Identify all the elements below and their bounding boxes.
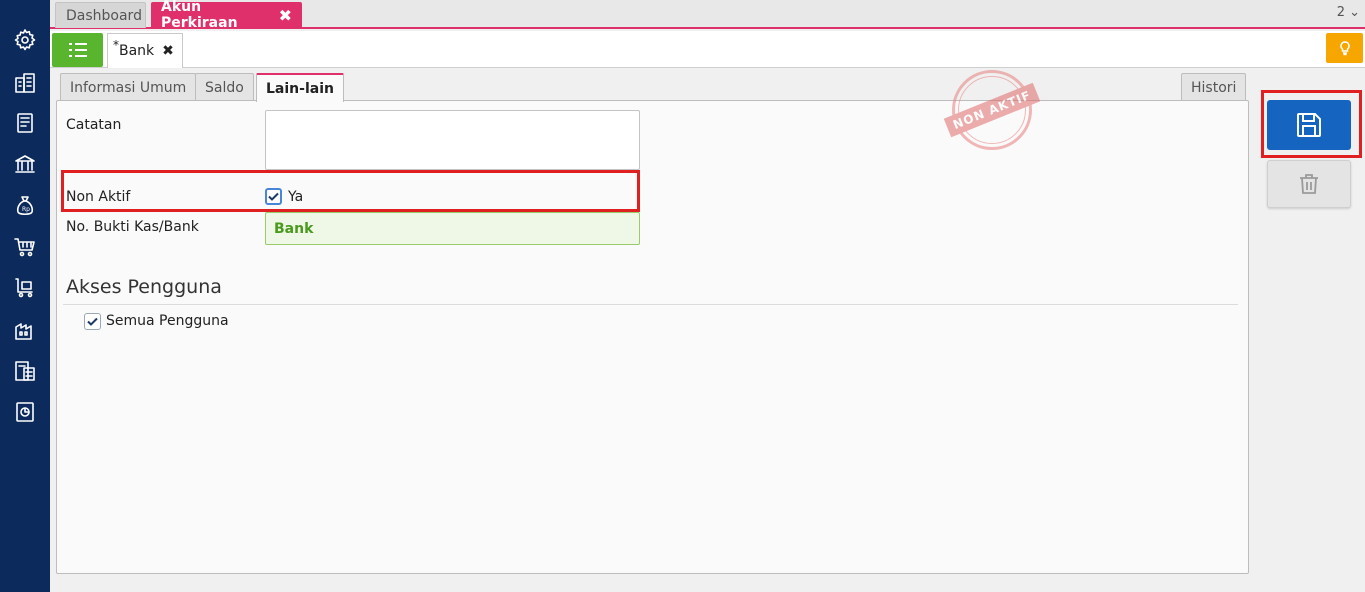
tab-label: Histori bbox=[1191, 79, 1237, 96]
doc-tab-label: Bank bbox=[119, 43, 155, 59]
tax-document-icon[interactable] bbox=[11, 357, 39, 385]
checkmark-icon bbox=[87, 317, 98, 326]
gear-icon[interactable] bbox=[11, 26, 39, 54]
tab-dashboard[interactable]: Dashboard bbox=[55, 2, 146, 28]
tab-label: Informasi Umum bbox=[70, 79, 187, 96]
semua-pengguna-label: Semua Pengguna bbox=[106, 313, 229, 329]
lightbulb-icon bbox=[1339, 41, 1350, 56]
modified-indicator: * bbox=[113, 38, 119, 52]
list-icon bbox=[68, 43, 87, 57]
catatan-label: Catatan bbox=[66, 117, 122, 133]
tab-akun-perkiraan-label: Akun Perkiraan bbox=[161, 0, 238, 31]
tab-saldo[interactable]: Saldo bbox=[195, 73, 254, 101]
bukti-value: Bank bbox=[274, 220, 314, 237]
ledger-book-icon[interactable] bbox=[11, 109, 39, 137]
trash-icon bbox=[1300, 174, 1318, 194]
non-aktif-label: Non Aktif bbox=[66, 189, 131, 205]
floppy-disk-icon bbox=[1297, 113, 1321, 137]
tab-counter-dropdown[interactable]: 2 ⌄ bbox=[1337, 5, 1360, 20]
akses-pengguna-title: Akses Pengguna bbox=[66, 276, 222, 298]
bukti-label: No. Bukti Kas/Bank bbox=[66, 219, 199, 235]
catatan-textarea[interactable] bbox=[265, 110, 640, 170]
bank-icon[interactable] bbox=[11, 150, 39, 178]
tab-akun-perkiraan[interactable]: Akun Perkiraan ✖ bbox=[151, 0, 302, 31]
top-tab-bar: Dashboard Akun Perkiraan ✖ 2 ⌄ bbox=[50, 0, 1365, 31]
document-tab-bar: * Bank ✖ bbox=[50, 31, 1365, 68]
non-aktif-option-label: Ya bbox=[288, 189, 304, 205]
close-icon[interactable]: ✖ bbox=[279, 6, 292, 25]
report-chart-icon[interactable] bbox=[11, 398, 39, 426]
building-icon[interactable] bbox=[11, 69, 39, 97]
section-divider bbox=[63, 304, 1238, 305]
bukti-kas-bank-field[interactable]: Bank bbox=[265, 212, 640, 245]
non-aktif-checkbox[interactable] bbox=[265, 188, 282, 205]
doc-tab-bank[interactable]: * Bank ✖ bbox=[107, 33, 183, 68]
warehouse-icon[interactable] bbox=[11, 316, 39, 344]
sidebar: Rp bbox=[0, 0, 50, 592]
checkmark-icon bbox=[268, 192, 279, 201]
tab-lain-lain[interactable]: Lain-lain bbox=[256, 73, 344, 102]
tab-label: Saldo bbox=[205, 79, 244, 96]
tab-dashboard-label: Dashboard bbox=[66, 7, 142, 24]
save-button[interactable] bbox=[1267, 100, 1351, 150]
tips-button[interactable] bbox=[1326, 33, 1363, 63]
shopping-cart-icon[interactable] bbox=[11, 233, 39, 261]
tab-informasi-umum[interactable]: Informasi Umum bbox=[60, 73, 197, 101]
tab-label: Lain-lain bbox=[266, 80, 334, 97]
list-button[interactable] bbox=[52, 33, 103, 67]
money-bag-icon[interactable]: Rp bbox=[11, 192, 39, 220]
form-panel bbox=[56, 100, 1249, 574]
tab-histori[interactable]: Histori bbox=[1181, 73, 1247, 101]
close-icon[interactable]: ✖ bbox=[162, 43, 174, 59]
delete-button[interactable] bbox=[1267, 160, 1351, 208]
semua-pengguna-checkbox[interactable] bbox=[84, 313, 101, 330]
svg-text:Rp: Rp bbox=[22, 206, 30, 213]
purchase-cart-icon[interactable] bbox=[11, 274, 39, 302]
